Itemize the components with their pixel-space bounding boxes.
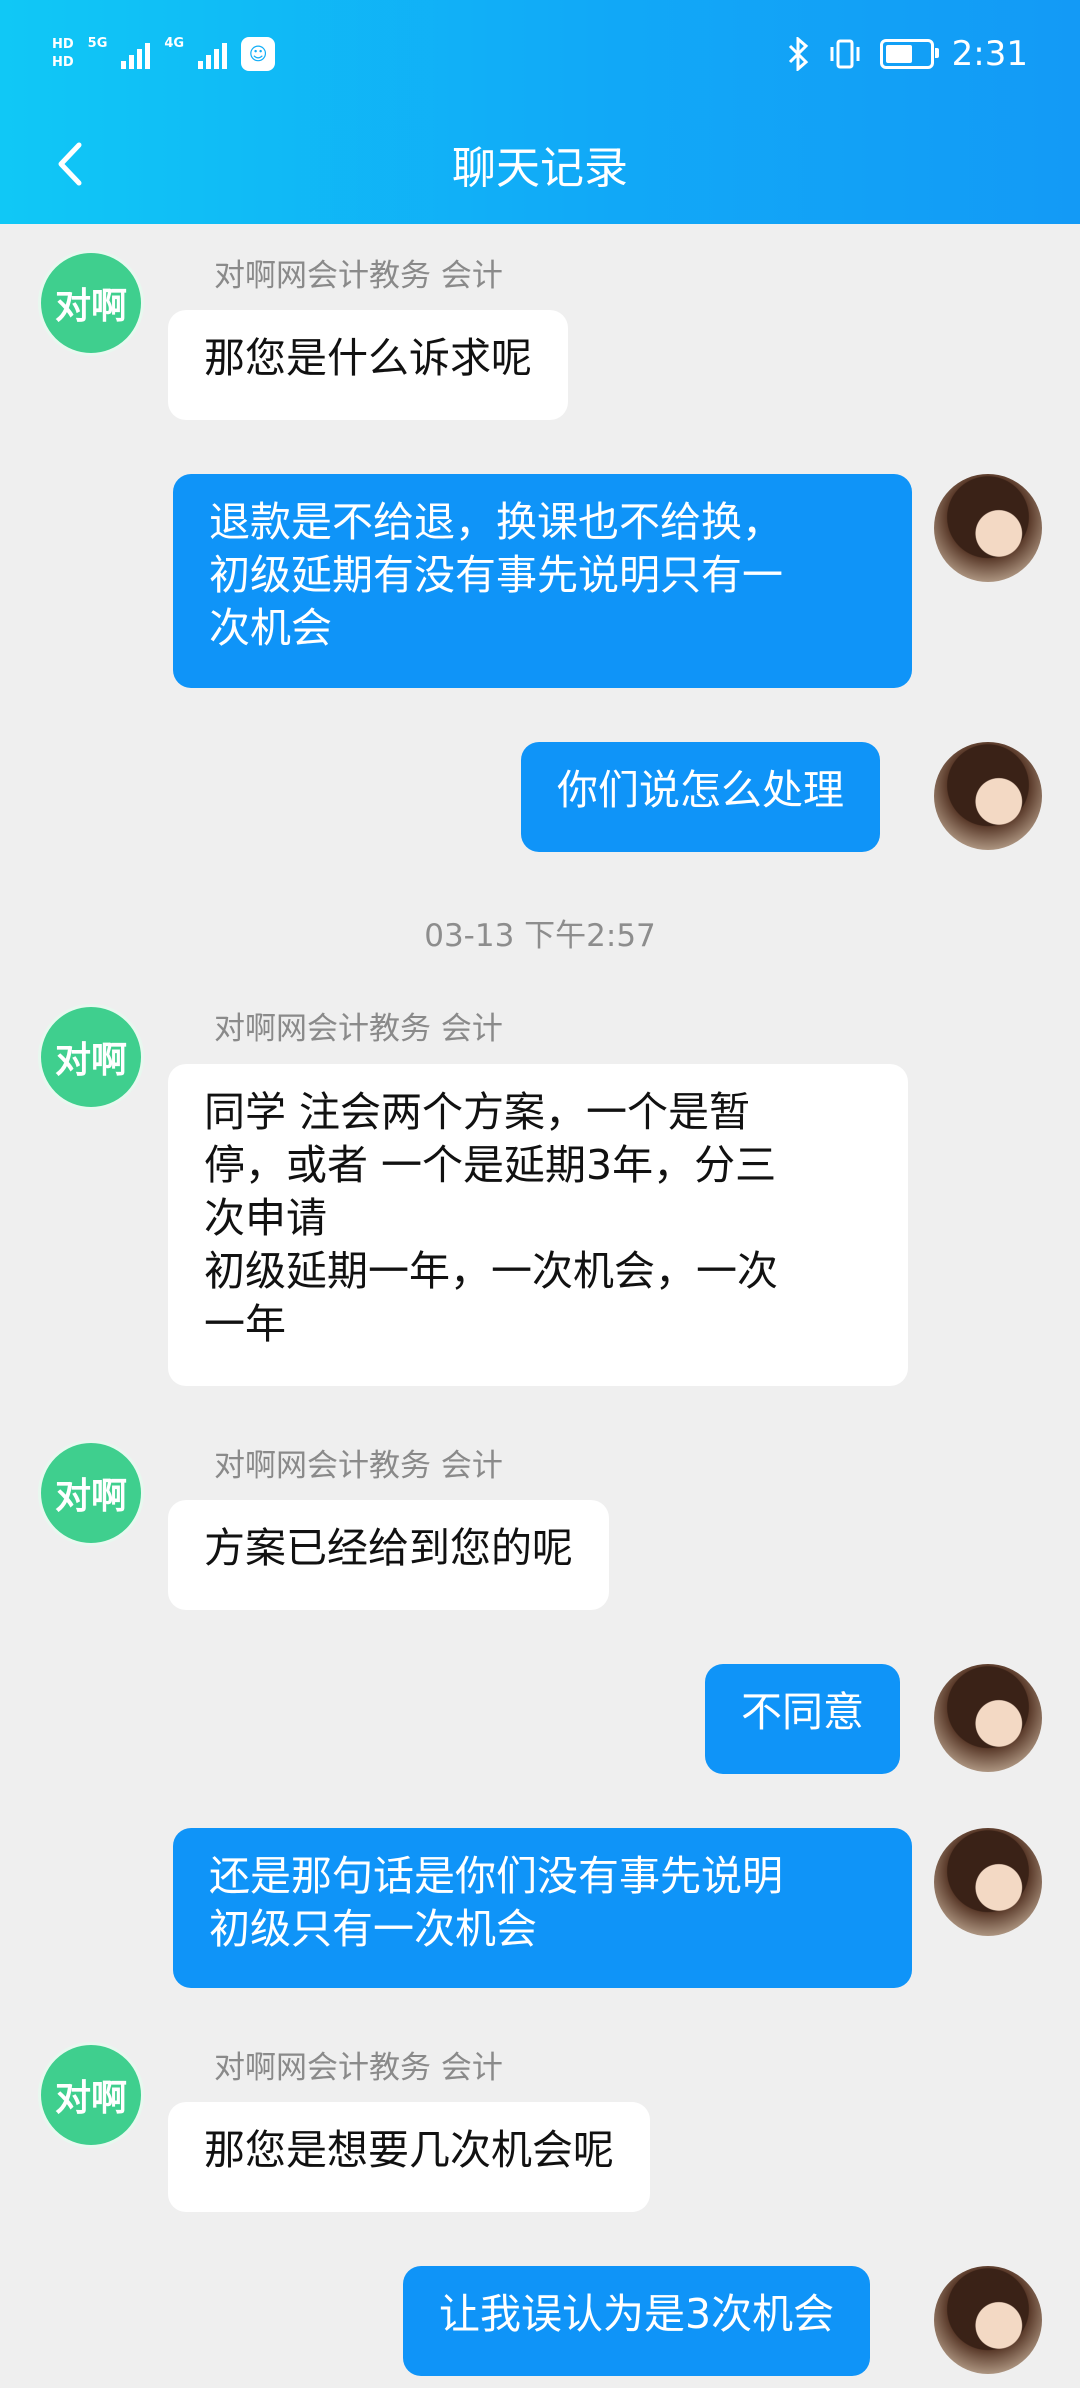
message-bubble-outgoing[interactable]: 你们说怎么处理	[521, 742, 880, 852]
top-bar: HD HD 5G 4G ☺ 2:31 聊天记录	[0, 0, 1080, 224]
vibrate-icon	[830, 39, 860, 69]
hd-indicator: HD HD	[52, 37, 74, 70]
battery-icon	[879, 39, 939, 69]
sender-name: 对啊网会计教务 会计	[214, 1011, 503, 1047]
message-bubble-incoming[interactable]: 那您是什么诉求呢	[168, 310, 568, 420]
user-avatar[interactable]	[934, 742, 1042, 850]
message-bubble-incoming[interactable]: 那您是想要几次机会呢	[168, 2102, 650, 2212]
user-avatar[interactable]	[934, 1664, 1042, 1772]
signal-icon	[121, 39, 151, 69]
message-bubble-incoming[interactable]: 同学 注会两个方案，一个是暂 停，或者 一个是延期3年，分三 次申请 初级延期一…	[168, 1064, 908, 1386]
network-4g-label: 4G	[164, 36, 185, 51]
signal-icon-2	[198, 39, 228, 69]
clock: 2:31	[951, 34, 1028, 74]
nav-bar: 聊天记录	[0, 120, 1080, 224]
user-avatar[interactable]	[934, 1828, 1042, 1936]
app-notification-icon: ☺	[241, 37, 276, 71]
page-title: 聊天记录	[452, 143, 628, 194]
sender-avatar[interactable]: 对啊	[38, 2042, 144, 2148]
network-5g-label: 5G	[87, 36, 108, 51]
message-bubble-outgoing[interactable]: 退款是不给退，换课也不给换， 初级延期有没有事先说明只有一 次机会	[173, 474, 912, 688]
sender-name: 对啊网会计教务 会计	[214, 1448, 503, 1484]
sender-name: 对啊网会计教务 会计	[214, 2050, 503, 2086]
sender-avatar[interactable]: 对啊	[38, 1440, 144, 1546]
message-bubble-outgoing[interactable]: 还是那句话是你们没有事先说明 初级只有一次机会	[173, 1828, 912, 1988]
sender-avatar[interactable]: 对啊	[38, 250, 144, 356]
status-bar: HD HD 5G 4G ☺ 2:31	[0, 0, 1080, 120]
sender-avatar[interactable]: 对啊	[38, 1004, 144, 1110]
user-avatar[interactable]	[934, 474, 1042, 582]
user-avatar[interactable]	[934, 2266, 1042, 2374]
message-bubble-outgoing[interactable]: 让我误认为是3次机会	[403, 2266, 871, 2376]
timestamp: 03-13 下午2:57	[424, 918, 656, 954]
message-bubble-incoming[interactable]: 方案已经给到您的呢	[168, 1500, 609, 1610]
bluetooth-icon	[788, 37, 808, 71]
message-bubble-outgoing[interactable]: 不同意	[705, 1664, 900, 1774]
sender-name: 对啊网会计教务 会计	[214, 258, 503, 294]
